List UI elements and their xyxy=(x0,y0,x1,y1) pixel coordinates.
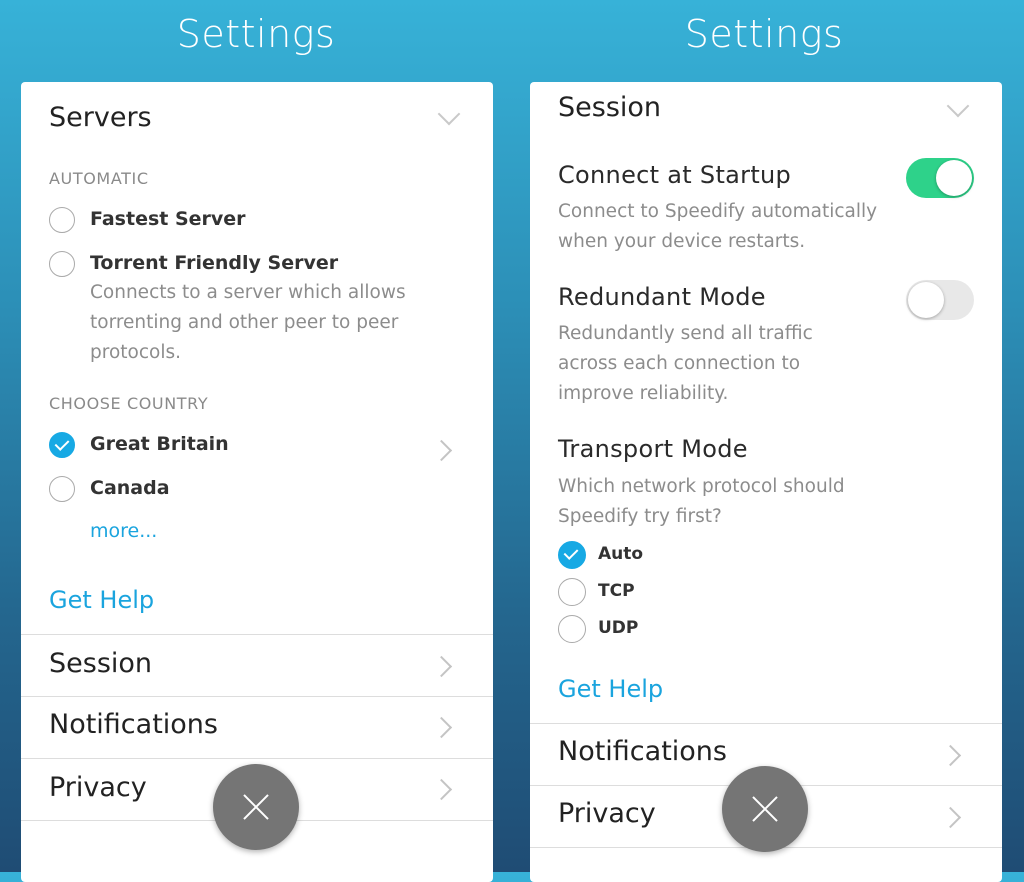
close-button[interactable] xyxy=(722,766,808,852)
great-britain-radio[interactable] xyxy=(49,432,75,458)
torrent-server-label[interactable]: Torrent Friendly Server xyxy=(90,252,338,274)
fastest-server-radio[interactable] xyxy=(49,207,75,233)
auto-radio[interactable] xyxy=(558,541,586,569)
right-page-title: Settings xyxy=(684,12,844,56)
desc-line: Connect to Speedify automatically xyxy=(558,201,878,222)
udp-radio[interactable] xyxy=(558,615,586,643)
row-notifications-label[interactable]: Notifications xyxy=(49,709,218,740)
choose-country-heading: CHOOSE COUNTRY xyxy=(49,394,209,413)
torrent-server-radio[interactable] xyxy=(49,251,75,277)
desc-line: when your device restarts. xyxy=(558,231,806,252)
chevron-right-icon[interactable] xyxy=(430,716,453,739)
transport-mode-description: Which network protocol should Speedify t… xyxy=(558,472,845,532)
desc-line: Which network protocol should xyxy=(558,476,845,497)
desc-line: torrenting and other peer to peer xyxy=(90,312,399,333)
redundant-mode-title: Redundant Mode xyxy=(558,283,766,311)
desc-line: Speedify try first? xyxy=(558,506,722,527)
divider xyxy=(21,634,493,635)
udp-label[interactable]: UDP xyxy=(598,618,638,638)
right-settings-card: Session Connect at Startup Connect to Sp… xyxy=(530,82,1002,882)
get-help-link[interactable]: Get Help xyxy=(558,675,663,703)
redundant-mode-description: Redundantly send all traffic across each… xyxy=(558,319,813,409)
connect-startup-description: Connect to Speedify automatically when y… xyxy=(558,197,877,257)
divider xyxy=(530,723,1002,724)
get-help-link[interactable]: Get Help xyxy=(49,586,154,614)
more-countries-link[interactable]: more... xyxy=(90,520,157,542)
torrent-server-description: Connects to a server which allows torren… xyxy=(90,278,406,368)
row-privacy-label[interactable]: Privacy xyxy=(49,772,147,803)
canada-label[interactable]: Canada xyxy=(90,477,170,499)
chevron-right-icon[interactable] xyxy=(430,778,453,801)
fastest-server-label[interactable]: Fastest Server xyxy=(90,208,246,230)
servers-section-header[interactable]: Servers xyxy=(49,102,152,133)
auto-label[interactable]: Auto xyxy=(598,544,643,564)
desc-line: across each connection to xyxy=(558,353,801,374)
chevron-right-icon[interactable] xyxy=(939,806,962,829)
left-page-title: Settings xyxy=(176,12,336,56)
desc-line: improve reliability. xyxy=(558,383,729,404)
connect-startup-title: Connect at Startup xyxy=(558,161,792,189)
close-button[interactable] xyxy=(213,764,299,850)
tcp-radio[interactable] xyxy=(558,578,586,606)
canada-radio[interactable] xyxy=(49,476,75,502)
redundant-mode-toggle[interactable] xyxy=(906,280,974,320)
desc-line: Redundantly send all traffic xyxy=(558,323,813,344)
connect-startup-toggle[interactable] xyxy=(906,158,974,198)
row-privacy-label[interactable]: Privacy xyxy=(558,798,656,829)
left-settings-card: Servers AUTOMATIC Fastest Server Torrent… xyxy=(21,82,493,882)
chevron-right-icon[interactable] xyxy=(430,655,453,678)
chevron-right-icon[interactable] xyxy=(430,439,453,462)
row-session-label[interactable]: Session xyxy=(49,648,152,679)
chevron-down-icon[interactable] xyxy=(946,94,970,118)
divider xyxy=(21,696,493,697)
session-section-header[interactable]: Session xyxy=(558,92,661,123)
tcp-label[interactable]: TCP xyxy=(598,581,635,601)
great-britain-label[interactable]: Great Britain xyxy=(90,433,229,455)
desc-line: protocols. xyxy=(90,342,181,363)
toggle-knob xyxy=(936,160,972,196)
transport-mode-title: Transport Mode xyxy=(558,435,748,463)
toggle-knob xyxy=(908,282,944,318)
row-notifications-label[interactable]: Notifications xyxy=(558,736,727,767)
desc-line: Connects to a server which allows xyxy=(90,282,406,303)
chevron-down-icon[interactable] xyxy=(437,102,461,126)
divider xyxy=(21,758,493,759)
chevron-right-icon[interactable] xyxy=(939,744,962,767)
automatic-heading: AUTOMATIC xyxy=(49,169,149,188)
